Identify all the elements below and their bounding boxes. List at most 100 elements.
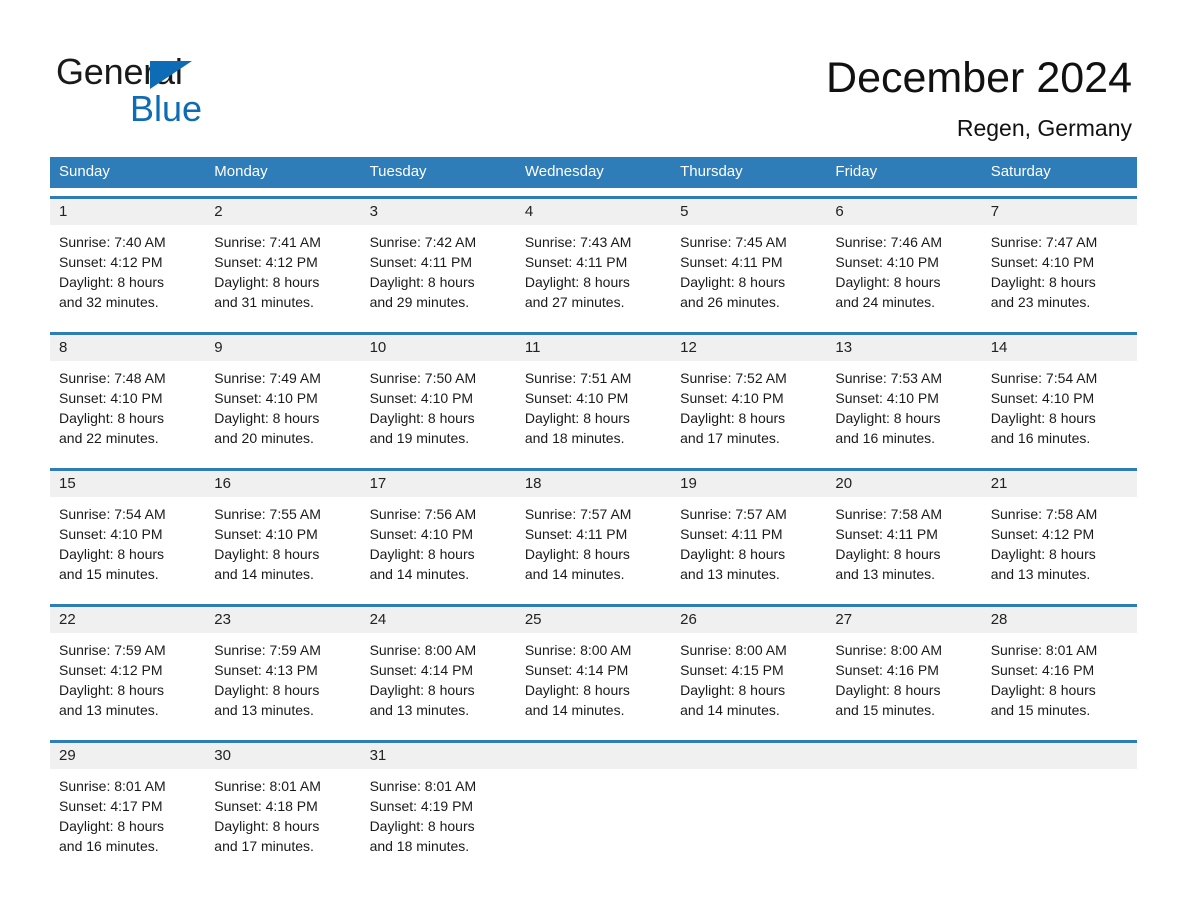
calendar-day-cell[interactable]: 3 Sunrise: 7:42 AM Sunset: 4:11 PM Dayli… xyxy=(360,199,516,324)
calendar-day-cell[interactable]: 16 Sunrise: 7:55 AM Sunset: 4:10 PM Dayl… xyxy=(205,471,361,596)
sunset-text: Sunset: 4:10 PM xyxy=(369,526,474,542)
calendar-day-cell[interactable]: 12 Sunrise: 7:52 AM Sunset: 4:10 PM Dayl… xyxy=(671,335,827,460)
calendar-day-cell[interactable]: 17 Sunrise: 7:56 AM Sunset: 4:10 PM Dayl… xyxy=(360,471,516,596)
daylight-text-line1: Daylight: 8 hours xyxy=(369,410,475,426)
calendar-day-cell[interactable]: 31 Sunrise: 8:01 AM Sunset: 4:19 PM Dayl… xyxy=(360,743,516,868)
daylight-text-line1: Daylight: 8 hours xyxy=(369,682,475,698)
sunrise-text: Sunrise: 7:58 AM xyxy=(990,506,1098,522)
day-number: 28 xyxy=(981,607,1137,633)
day-details: Sunrise: 7:49 AM Sunset: 4:10 PM Dayligh… xyxy=(205,361,360,460)
sunset-text: Sunset: 4:16 PM xyxy=(990,662,1095,678)
sunrise-text: Sunrise: 7:47 AM xyxy=(990,234,1098,250)
calendar-day-cell[interactable]: 26 Sunrise: 8:00 AM Sunset: 4:15 PM Dayl… xyxy=(671,607,827,732)
daylight-text-line2: and 14 minutes. xyxy=(680,702,780,718)
calendar-day-cell-empty xyxy=(826,743,982,868)
daylight-text-line2: and 20 minutes. xyxy=(214,430,314,446)
day-number xyxy=(671,743,827,769)
sunrise-text: Sunrise: 7:49 AM xyxy=(214,370,321,386)
sunrise-text: Sunrise: 7:48 AM xyxy=(59,370,166,386)
daylight-text-line2: and 23 minutes. xyxy=(990,294,1091,310)
calendar-day-cell[interactable]: 14 Sunrise: 7:54 AM Sunset: 4:10 PM Dayl… xyxy=(981,335,1137,460)
generalblue-logo[interactable]: General Blue xyxy=(56,52,396,132)
day-details: Sunrise: 7:40 AM Sunset: 4:12 PM Dayligh… xyxy=(50,225,205,324)
daylight-text-line2: and 13 minutes. xyxy=(990,566,1091,582)
day-number: 29 xyxy=(50,743,206,769)
day-details: Sunrise: 8:01 AM Sunset: 4:16 PM Dayligh… xyxy=(982,633,1137,732)
sunrise-text: Sunrise: 7:43 AM xyxy=(524,234,632,250)
day-number: 14 xyxy=(981,335,1137,361)
calendar-grid: Sunday Monday Tuesday Wednesday Thursday… xyxy=(50,157,1137,868)
daylight-text-line2: and 14 minutes. xyxy=(214,566,314,582)
calendar-day-cell[interactable]: 11 Sunrise: 7:51 AM Sunset: 4:10 PM Dayl… xyxy=(515,335,672,460)
sunset-text: Sunset: 4:13 PM xyxy=(214,662,318,678)
sunset-text: Sunset: 4:11 PM xyxy=(369,254,473,270)
calendar-day-cell[interactable]: 30 Sunrise: 8:01 AM Sunset: 4:18 PM Dayl… xyxy=(205,743,361,868)
day-details: Sunrise: 8:00 AM Sunset: 4:15 PM Dayligh… xyxy=(671,633,826,732)
weekday-header-thursday: Thursday xyxy=(680,163,743,180)
day-number: 5 xyxy=(671,199,827,225)
calendar-week-row: 22 Sunrise: 7:59 AM Sunset: 4:12 PM Dayl… xyxy=(50,604,1137,732)
sunrise-text: Sunrise: 7:54 AM xyxy=(990,370,1098,386)
day-number: 9 xyxy=(205,335,361,361)
daylight-text-line2: and 13 minutes. xyxy=(369,702,470,718)
sunrise-text: Sunrise: 7:58 AM xyxy=(835,506,943,522)
daylight-text-line2: and 26 minutes. xyxy=(680,294,780,310)
calendar-day-cell[interactable]: 13 Sunrise: 7:53 AM Sunset: 4:10 PM Dayl… xyxy=(826,335,982,460)
calendar-day-cell[interactable]: 10 Sunrise: 7:50 AM Sunset: 4:10 PM Dayl… xyxy=(360,335,516,460)
calendar-day-cell[interactable]: 7 Sunrise: 7:47 AM Sunset: 4:10 PM Dayli… xyxy=(981,199,1137,324)
daylight-text-line1: Daylight: 8 hours xyxy=(369,274,475,290)
daylight-text-line2: and 18 minutes. xyxy=(524,430,625,446)
calendar-day-cell[interactable]: 6 Sunrise: 7:46 AM Sunset: 4:10 PM Dayli… xyxy=(826,199,982,324)
sunrise-text: Sunrise: 7:51 AM xyxy=(524,370,632,386)
calendar-day-cell[interactable]: 19 Sunrise: 7:57 AM Sunset: 4:11 PM Dayl… xyxy=(671,471,827,596)
calendar-day-cell[interactable]: 5 Sunrise: 7:45 AM Sunset: 4:11 PM Dayli… xyxy=(671,199,827,324)
calendar-day-cell[interactable]: 15 Sunrise: 7:54 AM Sunset: 4:10 PM Dayl… xyxy=(50,471,206,596)
calendar-day-cell[interactable]: 20 Sunrise: 7:58 AM Sunset: 4:11 PM Dayl… xyxy=(826,471,982,596)
day-number: 2 xyxy=(205,199,361,225)
weekday-header-monday: Monday xyxy=(214,163,268,180)
calendar-day-cell[interactable]: 27 Sunrise: 8:00 AM Sunset: 4:16 PM Dayl… xyxy=(826,607,982,732)
calendar-day-cell[interactable]: 24 Sunrise: 8:00 AM Sunset: 4:14 PM Dayl… xyxy=(360,607,516,732)
day-details: Sunrise: 7:43 AM Sunset: 4:11 PM Dayligh… xyxy=(516,225,671,324)
day-number: 31 xyxy=(360,743,516,769)
sunset-text: Sunset: 4:11 PM xyxy=(524,254,628,270)
day-details: Sunrise: 7:42 AM Sunset: 4:11 PM Dayligh… xyxy=(361,225,516,324)
calendar-day-cell[interactable]: 9 Sunrise: 7:49 AM Sunset: 4:10 PM Dayli… xyxy=(205,335,361,460)
calendar-day-cell[interactable]: 22 Sunrise: 7:59 AM Sunset: 4:12 PM Dayl… xyxy=(50,607,206,732)
calendar-day-cell[interactable]: 2 Sunrise: 7:41 AM Sunset: 4:12 PM Dayli… xyxy=(205,199,361,324)
calendar-day-cell[interactable]: 23 Sunrise: 7:59 AM Sunset: 4:13 PM Dayl… xyxy=(205,607,361,732)
daylight-text-line1: Daylight: 8 hours xyxy=(214,682,320,698)
calendar-day-cell[interactable]: 28 Sunrise: 8:01 AM Sunset: 4:16 PM Dayl… xyxy=(981,607,1137,732)
daylight-text-line1: Daylight: 8 hours xyxy=(835,274,941,290)
sunrise-text: Sunrise: 8:01 AM xyxy=(369,778,477,794)
sunrise-text: Sunrise: 7:50 AM xyxy=(369,370,477,386)
day-details: Sunrise: 8:00 AM Sunset: 4:16 PM Dayligh… xyxy=(826,633,981,732)
day-details: Sunrise: 8:01 AM Sunset: 4:17 PM Dayligh… xyxy=(50,769,205,868)
calendar-day-cell[interactable]: 1 Sunrise: 7:40 AM Sunset: 4:12 PM Dayli… xyxy=(50,199,206,324)
day-details: Sunrise: 7:55 AM Sunset: 4:10 PM Dayligh… xyxy=(205,497,360,596)
day-number: 26 xyxy=(671,607,827,633)
sunrise-text: Sunrise: 7:55 AM xyxy=(214,506,321,522)
calendar-day-cell[interactable]: 21 Sunrise: 7:58 AM Sunset: 4:12 PM Dayl… xyxy=(981,471,1137,596)
day-details: Sunrise: 7:53 AM Sunset: 4:10 PM Dayligh… xyxy=(826,361,981,460)
calendar-day-cell[interactable]: 25 Sunrise: 8:00 AM Sunset: 4:14 PM Dayl… xyxy=(515,607,672,732)
sunrise-text: Sunrise: 8:00 AM xyxy=(680,642,787,658)
daylight-text-line1: Daylight: 8 hours xyxy=(990,410,1096,426)
sunrise-text: Sunrise: 7:57 AM xyxy=(524,506,632,522)
day-details: Sunrise: 7:54 AM Sunset: 4:10 PM Dayligh… xyxy=(982,361,1137,460)
daylight-text-line1: Daylight: 8 hours xyxy=(524,682,630,698)
sunrise-text: Sunrise: 7:59 AM xyxy=(214,642,321,658)
weekday-header-saturday: Saturday xyxy=(990,163,1051,180)
sunset-text: Sunset: 4:11 PM xyxy=(680,526,783,542)
calendar-day-cell[interactable]: 8 Sunrise: 7:48 AM Sunset: 4:10 PM Dayli… xyxy=(50,335,206,460)
calendar-day-cell[interactable]: 4 Sunrise: 7:43 AM Sunset: 4:11 PM Dayli… xyxy=(515,199,672,324)
calendar-day-cell[interactable]: 29 Sunrise: 8:01 AM Sunset: 4:17 PM Dayl… xyxy=(50,743,206,868)
calendar-day-cell[interactable]: 18 Sunrise: 7:57 AM Sunset: 4:11 PM Dayl… xyxy=(515,471,672,596)
day-number: 11 xyxy=(515,335,672,361)
daylight-text-line2: and 29 minutes. xyxy=(369,294,470,310)
page-title: December 2024 xyxy=(826,54,1132,102)
daylight-text-line1: Daylight: 8 hours xyxy=(680,274,786,290)
sunset-text: Sunset: 4:17 PM xyxy=(59,798,163,814)
sunrise-text: Sunrise: 7:45 AM xyxy=(680,234,787,250)
calendar-day-cell-empty xyxy=(515,743,672,868)
